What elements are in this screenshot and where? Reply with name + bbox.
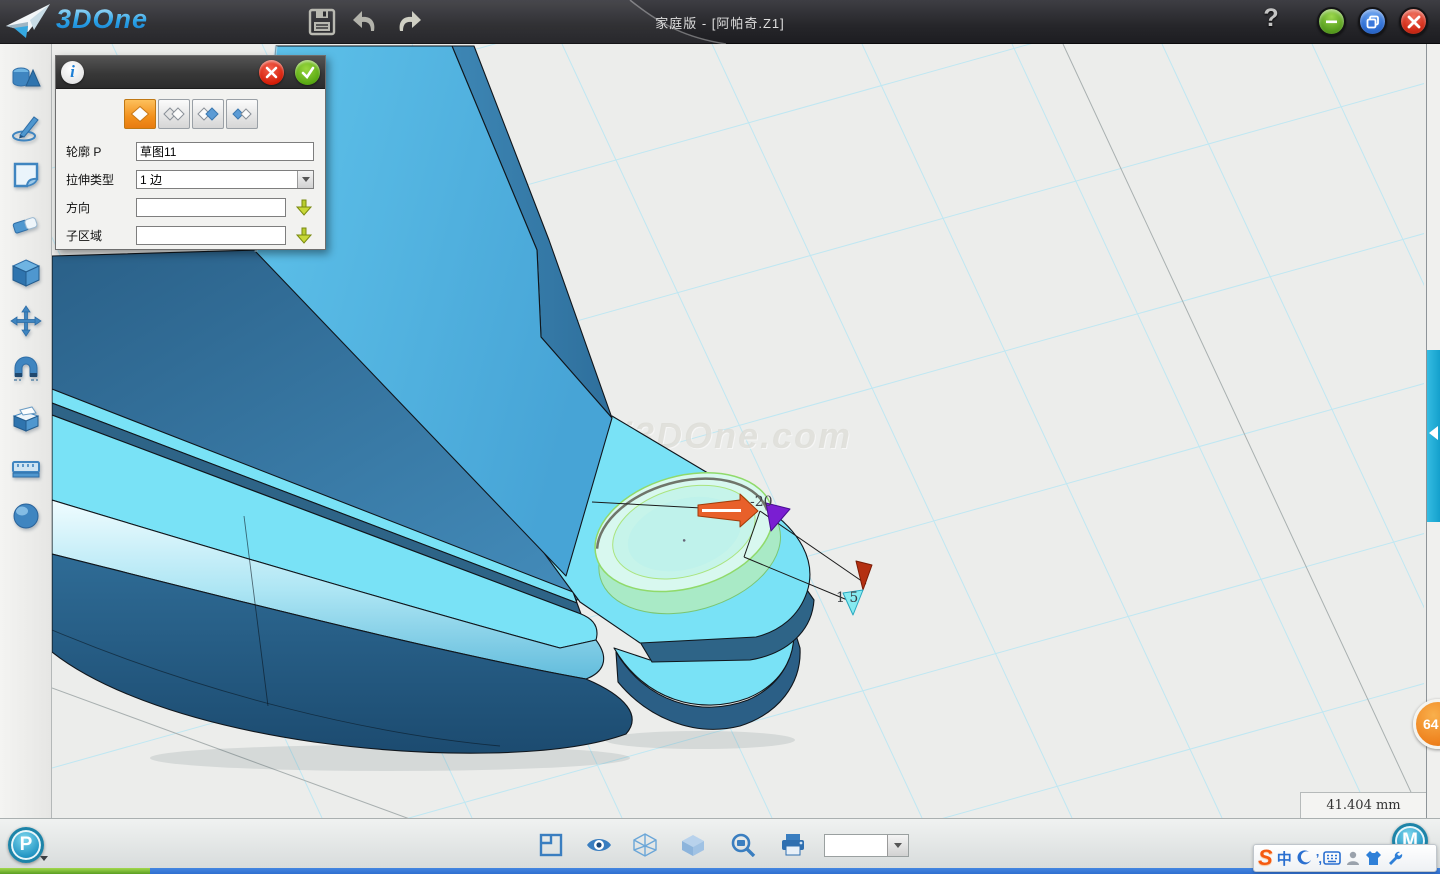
sogou-logo[interactable]: S xyxy=(1258,845,1273,871)
subregion-pick-button[interactable] xyxy=(294,225,314,245)
surface-sheet-icon xyxy=(10,159,42,191)
ime-account-icon[interactable] xyxy=(1343,848,1363,868)
move-tool[interactable] xyxy=(0,297,52,346)
p-orb-caret-icon[interactable] xyxy=(40,856,48,861)
subregion-input[interactable] xyxy=(136,226,286,245)
deform-tool[interactable] xyxy=(0,346,52,395)
dropdown-button[interactable] xyxy=(887,835,908,856)
direction-label: 方向 xyxy=(66,199,136,216)
wireframe-cube-icon[interactable] xyxy=(632,833,658,857)
bottom-toolbar: P M S 中 xyxy=(0,818,1440,868)
ime-skin-shirt-icon[interactable] xyxy=(1364,848,1384,868)
sphere-icon xyxy=(10,500,42,532)
extrude-dialog-header[interactable]: i xyxy=(56,56,325,89)
view-preset-dropdown[interactable] xyxy=(824,834,909,857)
direction-row: 方向 xyxy=(56,193,325,221)
direction-handle-cone[interactable] xyxy=(856,561,872,590)
help-button[interactable]: ? xyxy=(1256,4,1286,38)
update-badge-count: 64 xyxy=(1423,716,1439,732)
visibility-eye-icon[interactable] xyxy=(586,833,612,857)
properties-orb-button[interactable]: P xyxy=(8,827,44,863)
direction-pick-button[interactable] xyxy=(294,197,314,217)
direction-input[interactable] xyxy=(136,198,286,217)
document-title: 家庭版 - [阿帕奇.Z1] xyxy=(0,13,1440,32)
extrude-type-row: 拉伸类型 1 边 xyxy=(56,165,325,193)
profile-label: 轮廓 P xyxy=(66,143,136,160)
disc-shadow xyxy=(605,731,795,749)
os-taskbar-strip xyxy=(0,868,1440,874)
collapse-arrow-icon xyxy=(1429,426,1438,440)
pick-arrow-icon xyxy=(296,227,312,244)
profile-input[interactable] xyxy=(136,142,314,161)
status-length-value: 41.404 mm xyxy=(1326,798,1400,813)
dialog-ok-button[interactable] xyxy=(295,60,320,85)
dropdown-button[interactable] xyxy=(297,171,313,188)
ime-settings-wrench-icon[interactable] xyxy=(1385,848,1405,868)
chevron-down-icon xyxy=(894,843,902,848)
info-icon: i xyxy=(61,61,84,84)
viewport-layout-icon[interactable] xyxy=(539,833,565,857)
mode-extrude-remove-button[interactable] xyxy=(192,99,224,129)
extrude-mode-row xyxy=(56,89,325,137)
diamond-add-icon xyxy=(163,105,185,123)
dialog-cancel-button[interactable] xyxy=(259,60,284,85)
close-button[interactable] xyxy=(1399,7,1428,36)
move-arrows-icon xyxy=(10,305,42,337)
extrude-dialog: i 轮廓 P xyxy=(55,55,326,250)
status-length-box: 41.404 mm xyxy=(1300,792,1427,818)
ime-toolbar: S 中 ’, xyxy=(1253,844,1437,872)
mode-extrude-add-button[interactable] xyxy=(158,99,190,129)
chevron-down-icon xyxy=(302,177,310,182)
os-taskbar-strip-green xyxy=(0,868,150,874)
offset-dimension-label: -20 xyxy=(750,494,773,510)
ruler-icon xyxy=(10,451,42,483)
extrude-type-dropdown[interactable]: 1 边 xyxy=(136,170,314,189)
combine-boxes-icon xyxy=(10,402,42,434)
sketch-tool[interactable] xyxy=(0,103,52,152)
titlebar: 3DOne 家庭版 - [阿帕奇.Z1] ? xyxy=(0,0,1440,44)
primitive-solids-tool[interactable] xyxy=(0,54,52,103)
ime-fullhalf-moon-icon[interactable] xyxy=(1295,848,1315,868)
feature-cube-icon xyxy=(10,257,42,289)
restore-button[interactable] xyxy=(1358,7,1387,36)
mode-extrude-intersect-button[interactable] xyxy=(226,99,258,129)
combine-tool[interactable] xyxy=(0,394,52,443)
extrude-type-value: 1 边 xyxy=(140,171,162,188)
ime-language-toggle[interactable]: 中 xyxy=(1277,848,1292,869)
print-icon[interactable] xyxy=(780,833,806,857)
primitive-solids-icon xyxy=(10,62,42,94)
shaded-cube-icon[interactable] xyxy=(680,833,706,857)
pick-arrow-icon xyxy=(296,199,312,216)
diamond-base-icon xyxy=(130,105,150,123)
ime-keyboard-icon[interactable] xyxy=(1322,848,1342,868)
draft-dimension-label: 1 5 xyxy=(836,590,858,606)
subregion-label: 子区域 xyxy=(66,227,136,244)
trim-tool[interactable] xyxy=(0,200,52,249)
cancel-x-icon xyxy=(265,66,278,79)
ime-punctuation-toggle[interactable]: ’, xyxy=(1316,851,1321,866)
feature-tool[interactable] xyxy=(0,248,52,297)
subregion-row: 子区域 xyxy=(56,221,325,249)
surface-tool[interactable] xyxy=(0,151,52,200)
magnet-icon xyxy=(10,354,42,386)
p-orb-letter: P xyxy=(20,834,33,856)
eraser-icon xyxy=(10,208,42,240)
render-tool[interactable] xyxy=(0,491,52,540)
ok-check-icon xyxy=(301,66,315,79)
diamond-intersect-icon xyxy=(231,105,253,123)
mode-extrude-base-button[interactable] xyxy=(124,99,156,129)
extrude-type-label: 拉伸类型 xyxy=(66,171,136,188)
diamond-remove-icon xyxy=(197,105,219,123)
tool-sidebar xyxy=(0,44,52,818)
measure-tool[interactable] xyxy=(0,443,52,492)
sketch-pencil-icon xyxy=(10,111,42,143)
zoom-snapshot-icon[interactable] xyxy=(730,833,756,857)
minimize-button[interactable] xyxy=(1317,7,1346,36)
profile-row: 轮廓 P xyxy=(56,137,325,165)
